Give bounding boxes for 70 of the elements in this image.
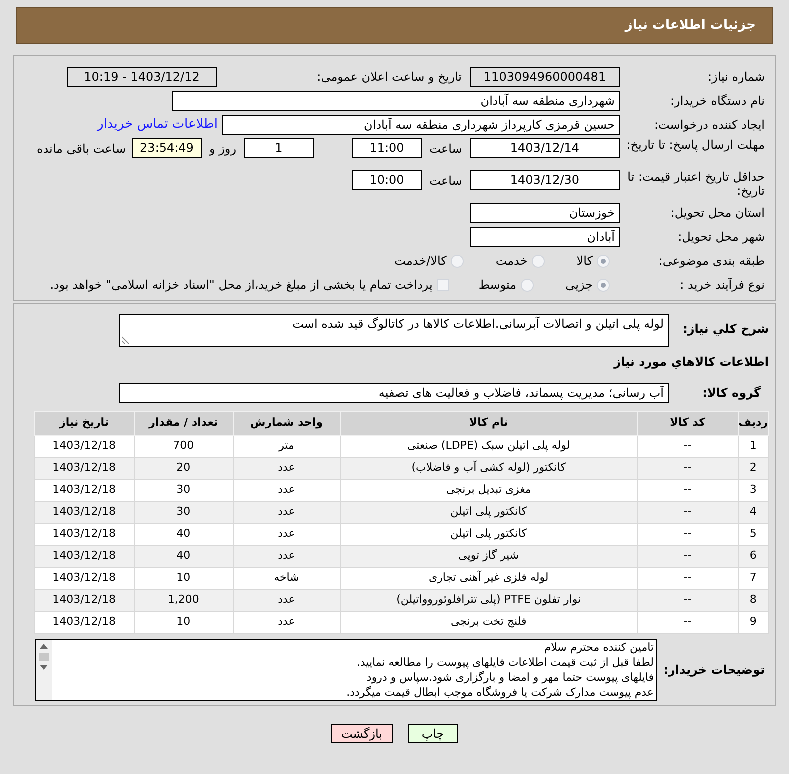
field-value: 1403/12/30 [470,170,620,190]
field-label: روز و [208,141,238,158]
field-value: 1103094960000481 [470,67,620,87]
scrollbar[interactable] [36,640,52,700]
radio-button[interactable] [450,254,464,268]
field-label: شهر محل تحویل: [677,229,765,246]
field-label: نوع فرآیند خرید : [679,277,765,294]
field-value: 1403/12/12 - 10:19 [67,67,217,87]
field-label: کالا/خدمت [394,253,447,270]
field-label: پرداخت تمام یا بخشی از مبلغ خرید،از محل "اسناد خزانه اسلامی" خواهد بود. [50,277,433,294]
table-cell: فلنج تخت برنجی [340,612,638,634]
field-label: شماره نیاز: [707,69,765,86]
field-value: خوزستان [470,203,620,223]
field-label: متوسط [478,277,517,294]
scroll-thumb[interactable] [39,653,49,661]
field-label: ساعت باقی مانده [36,141,126,158]
print-button[interactable]: چاپ [408,724,458,743]
column-header: کد کالا [637,412,738,436]
field-label: گروه کالا: [702,385,762,402]
table-cell: 9 [738,612,768,634]
field-value: 10:00 [352,170,422,190]
field-label: ساعت [428,173,464,190]
radio-button[interactable] [597,254,610,268]
field-label: کالا [576,253,593,270]
column-header: تعداد / مقدار [134,412,234,436]
scroll-up-icon [40,644,48,649]
field-label: طبقه بندی موضوعی: [658,253,765,270]
note-line: فایلهای پیوست حتما مهر و امضا و بارگزاری شود.سپاس و درود [366,670,654,685]
field-label: نام دستگاه خریدار: [670,93,765,110]
column-header: تاریخ نیاز [34,412,134,436]
field-label: ایجاد کننده درخواست: [653,117,765,134]
field-value: 23:54:49 [132,138,202,158]
buyer-contact-link[interactable]: اطلاعات تماس خریدار [98,115,218,135]
field-label: جزیی [566,277,593,294]
table-cell: عدد [233,612,340,634]
table-cell: -- [637,612,738,634]
resize-grip-icon [122,336,130,344]
description-textarea[interactable]: لوله پلی اتیلن و اتصالات آبرسانی.اطلاعات کالاها در کاتالوگ قید شده است [119,314,669,347]
field-label: حداقل تاریخ اعتبار قیمت: تا تاریخ: [626,170,765,198]
radio-button[interactable] [532,254,545,268]
checkbox[interactable] [436,279,449,291]
field-value: آبادان [470,227,620,247]
back-button[interactable]: بازگشت [331,724,393,743]
field-label: مهلت ارسال پاسخ: تا تاریخ: [626,138,765,152]
section-title: اطلاعات کالاهاي مورد نياز [612,354,769,371]
field-value: 1403/12/14 [470,138,620,158]
field-label: استان محل تحویل: [670,205,765,222]
table-cell: 1403/12/18 [34,612,134,634]
goods-group-field: آب رسانی؛ مدیریت پسماند، فاضلاب و فعالیت های تصفیه [119,383,669,403]
field-label: تاریخ و ساعت اعلان عمومی: [316,69,462,86]
radio-button[interactable] [597,278,610,292]
field-value: حسین قرمزی کارپرداز شهرداری منطقه سه آبادان [222,115,620,135]
buyer-notes-textarea[interactable]: تامین کننده محترم سلام لطفا قبل از ثبت قیمت اطلاعات فایلهای پیوست را مطالعه نمایید. فایلهای پیوست حتما مهر و امضا و بارگزاری شود.سپاس و درود عدم پیوست مدارک شرکت یا فروشگاه موجب ابطال قیمت میگردد. [35,639,657,701]
field-label: شرح کلي نياز: [682,321,769,338]
field-label: توضیحات خریدار: [662,662,766,679]
column-header: نام کالا [340,412,638,436]
column-header: ردیف [738,412,768,436]
note-line: لطفا قبل از ثبت قیمت اطلاعات فایلهای پیوست را مطالعه نمایید. [356,655,654,670]
field-value: 11:00 [352,138,422,158]
column-header: واحد شمارش [233,412,340,436]
radio-button[interactable] [520,278,534,292]
page-title: جزئیات اطلاعات نیاز [625,16,756,35]
field-label: ساعت [428,141,464,158]
scroll-down-icon [40,665,48,670]
field-value: 1 [244,138,314,158]
field-value: شهرداری منطقه سه آبادان [172,91,620,111]
note-line: عدم پیوست مدارک شرکت یا فروشگاه موجب ابطال قیمت میگردد. [346,685,654,700]
note-line: تامین کننده محترم سلام [543,640,654,655]
field-label: خدمت [496,253,528,270]
table-cell: 10 [134,612,234,634]
